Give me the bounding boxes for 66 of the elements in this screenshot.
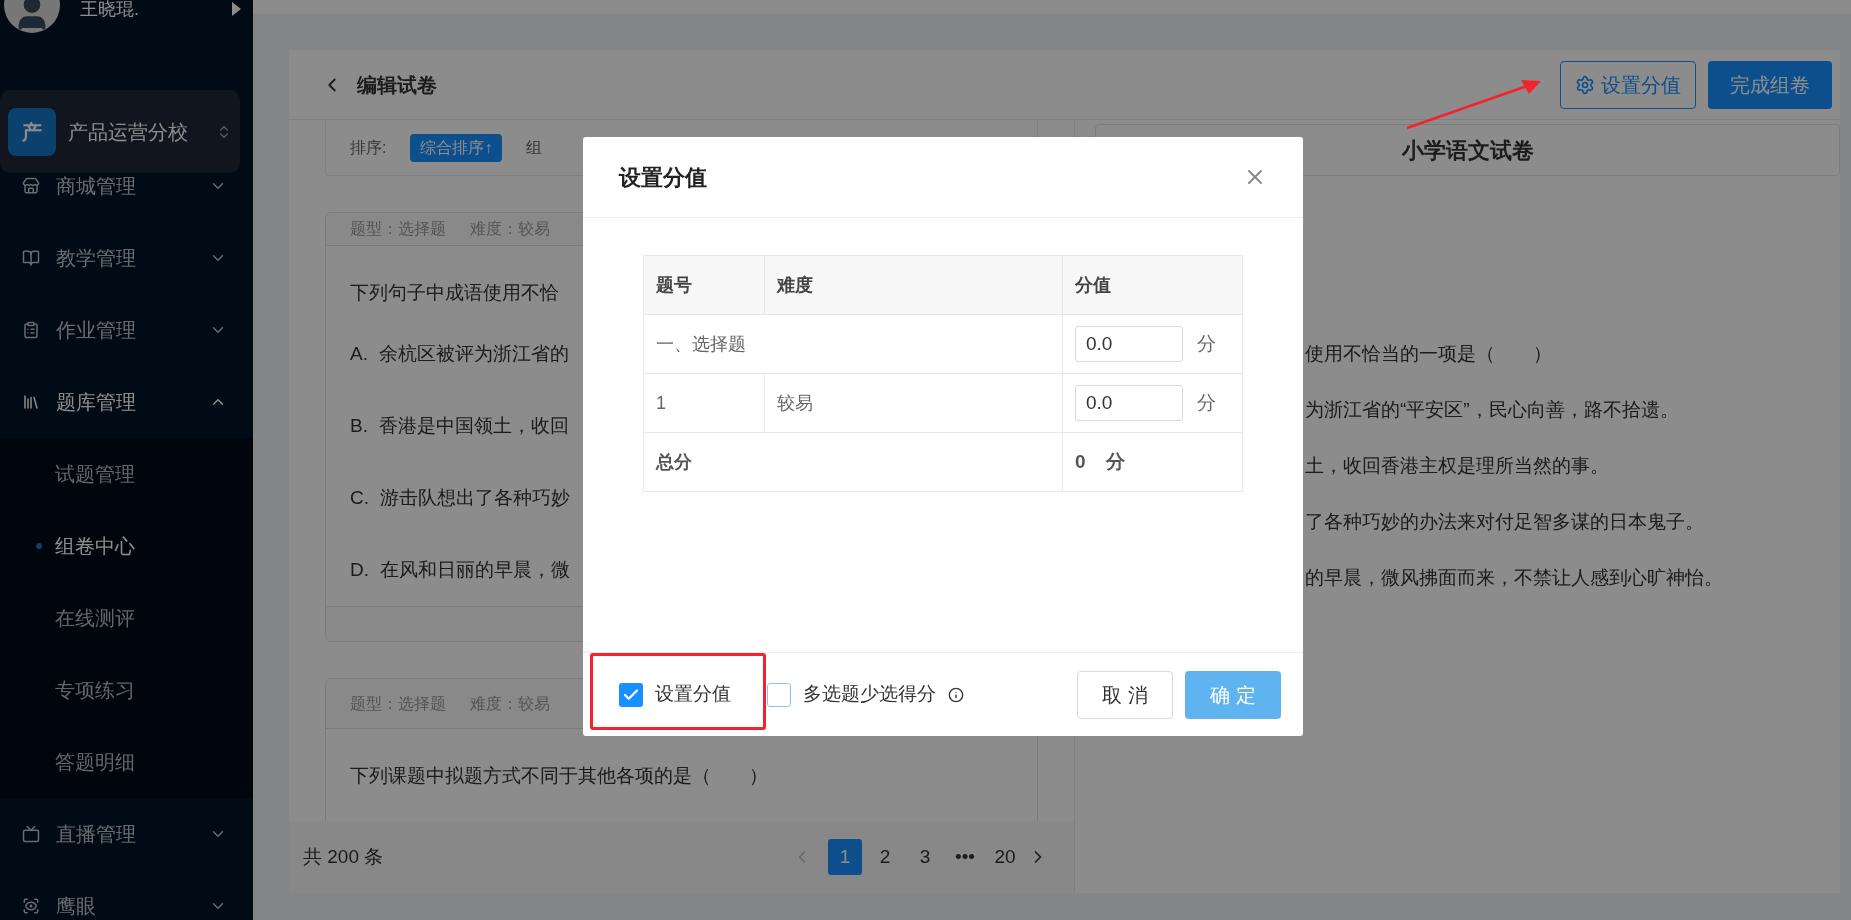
question-stem: 下列课题中拟题方式不同于其他各项的是（ ） bbox=[350, 764, 768, 788]
menu-icon bbox=[22, 897, 40, 915]
paper-line: 使用不恰当的一项是（ ） bbox=[1305, 342, 1553, 366]
finish-button[interactable]: 完成组卷 bbox=[1708, 60, 1832, 109]
dialog-title: 设置分值 bbox=[619, 163, 707, 192]
user-name: 王晓琨. bbox=[80, 0, 139, 21]
expand-icon[interactable] bbox=[232, 2, 241, 16]
submenu-item[interactable]: 专项练习 bbox=[0, 654, 253, 726]
checkbox[interactable] bbox=[619, 682, 643, 707]
menu-item[interactable]: 鹰眼 bbox=[0, 870, 253, 920]
paper-line: 土，收回香港主权是理所当然的事。 bbox=[1305, 454, 1610, 478]
table-cell: 1 bbox=[643, 373, 765, 433]
column-header: 分值 bbox=[1062, 255, 1243, 315]
answer-option: C. 游击队想出了各种巧妙 bbox=[350, 462, 570, 534]
info-icon[interactable] bbox=[948, 686, 964, 703]
menu-icon bbox=[22, 177, 40, 195]
page-link[interactable]: 1 bbox=[828, 839, 862, 875]
page-link[interactable]: 3 bbox=[908, 839, 942, 875]
total-score: 0 bbox=[1075, 449, 1086, 474]
submenu-item[interactable]: 在线测评 bbox=[0, 582, 253, 654]
confirm-button[interactable]: 确 定 bbox=[1185, 670, 1281, 719]
cancel-button[interactable]: 取 消 bbox=[1077, 670, 1173, 719]
settings-icon bbox=[1575, 74, 1595, 95]
sort-option[interactable]: 综合排序↑ bbox=[410, 133, 503, 162]
score-input[interactable]: 0.0 bbox=[1075, 385, 1183, 421]
menu-icon bbox=[22, 321, 40, 339]
column-header: 难度 bbox=[764, 255, 1063, 315]
answer-option: A. 余杭区被评为浙江省的 bbox=[350, 318, 569, 390]
checkbox[interactable] bbox=[767, 682, 791, 707]
unit-label: 分 bbox=[1105, 449, 1125, 474]
submenu-item[interactable]: 试题管理 bbox=[0, 438, 253, 510]
menu-icon bbox=[22, 825, 40, 843]
menu-icon bbox=[22, 249, 40, 267]
menu-item[interactable]: 直播管理 bbox=[0, 798, 253, 870]
page-link[interactable]: 20 bbox=[988, 839, 1022, 875]
sort-option[interactable]: 组 bbox=[526, 135, 543, 160]
submenu-item[interactable]: 答题明细 bbox=[0, 726, 253, 798]
answer-option: B. 香港是中国领土，收回 bbox=[350, 390, 569, 462]
school-name: 产品运营分校 bbox=[68, 119, 188, 145]
unit-label: 分 bbox=[1197, 390, 1216, 415]
paper-line: 的早晨，微风拂面而来，不禁让人感到心旷神怡。 bbox=[1305, 566, 1724, 590]
unit-label: 分 bbox=[1197, 331, 1216, 356]
page-link[interactable]: ••• bbox=[948, 839, 982, 875]
column-header: 题号 bbox=[643, 255, 765, 315]
school-selector[interactable]: 产 产品运营分校 bbox=[0, 90, 240, 173]
paper-line: 了各种巧妙的办法来对付足智多谋的日本鬼子。 bbox=[1305, 510, 1705, 534]
answer-option: D. 在风和日丽的早晨，微 bbox=[350, 534, 570, 606]
paper-line: 为浙江省的“平安区”，民心向善，路不拾遗。 bbox=[1305, 398, 1680, 422]
checkbox-option[interactable]: 多选题少选得分 bbox=[767, 680, 964, 709]
sort-label: 排序: bbox=[350, 137, 387, 158]
table-cell: 一、选择题 bbox=[643, 314, 1063, 374]
checkbox-option[interactable]: 设置分值 bbox=[619, 680, 731, 709]
table-cell: 总分 bbox=[643, 432, 1063, 492]
question-stem: 下列句子中成语使用不恰 bbox=[350, 281, 559, 305]
total-count: 共 200 条 bbox=[303, 844, 384, 869]
set-score-button[interactable]: 设置分值 bbox=[1560, 60, 1696, 109]
menu-icon bbox=[22, 393, 40, 411]
menu-item[interactable]: 题库管理 bbox=[0, 366, 253, 438]
score-input[interactable]: 0.0 bbox=[1075, 326, 1183, 362]
page-link[interactable]: 2 bbox=[868, 839, 902, 875]
page-title: 编辑试卷 bbox=[357, 72, 437, 98]
school-badge: 产 bbox=[8, 107, 56, 156]
menu-item[interactable]: 作业管理 bbox=[0, 294, 253, 366]
submenu-item[interactable]: 组卷中心 bbox=[0, 510, 253, 582]
menu-item[interactable]: 教学管理 bbox=[0, 222, 253, 294]
table-cell: 较易 bbox=[764, 373, 1063, 433]
